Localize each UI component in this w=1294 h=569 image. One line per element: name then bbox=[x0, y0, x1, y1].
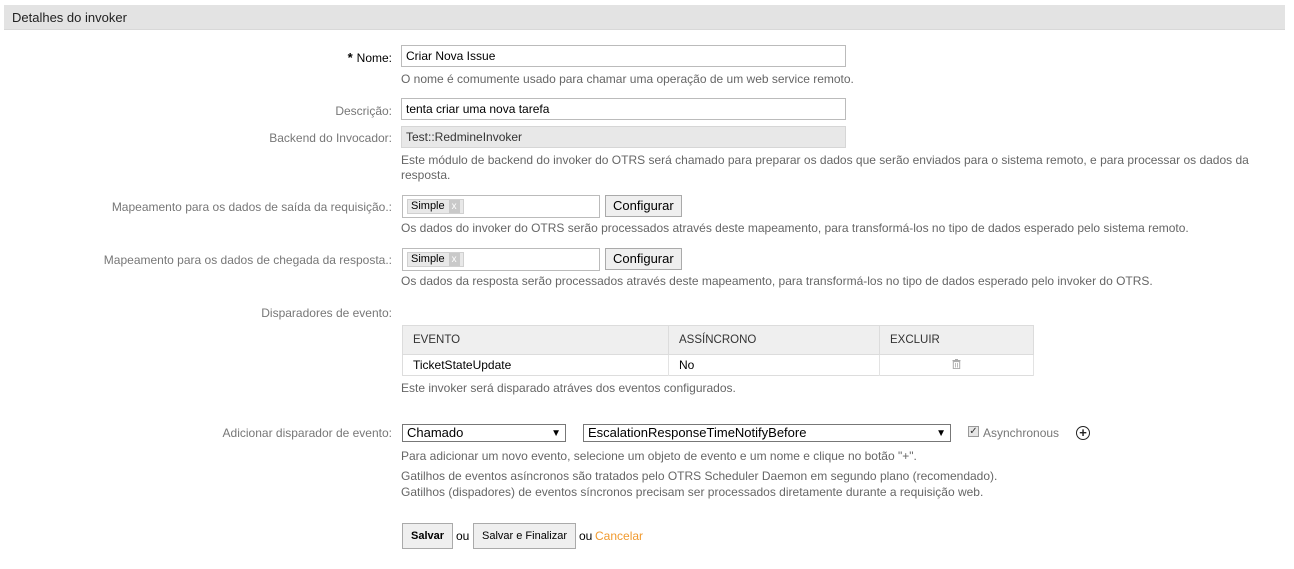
table-row: TicketStateUpdate No bbox=[402, 354, 1034, 376]
panel-content: * Nome: Criar Nova Issue O nome é comumen… bbox=[4, 30, 1285, 558]
outbound-configure-button[interactable]: Configurar bbox=[605, 195, 682, 217]
panel-title: Detalhes do invoker bbox=[12, 10, 127, 25]
delete-cell bbox=[879, 354, 1034, 376]
event-cell: TicketStateUpdate bbox=[402, 354, 669, 376]
event-object-select[interactable]: Chamado ▼ bbox=[402, 424, 566, 442]
inbound-mapping-label: Mapeamento para os dados de chegada da r… bbox=[103, 253, 392, 267]
asynchronous-checkbox[interactable]: ✓ bbox=[968, 426, 979, 437]
add-trigger-hint-2: Gatilhos de eventos asíncronos são trata… bbox=[401, 469, 998, 483]
outbound-mapping-hint: Os dados do invoker do OTRS serão proces… bbox=[401, 221, 1189, 235]
add-event-plus-icon[interactable]: + bbox=[1076, 426, 1090, 440]
required-star-icon: * bbox=[347, 50, 353, 65]
or-text-2: ou bbox=[579, 529, 593, 543]
inbound-mapping-select[interactable]: Simple x bbox=[402, 248, 600, 271]
or-text-1: ou bbox=[456, 529, 470, 543]
add-trigger-label: Adicionar disparador de evento: bbox=[222, 426, 392, 440]
inbound-mapping-hint: Os dados da resposta serão processados a… bbox=[401, 274, 1153, 288]
dropdown-arrow-icon: ▼ bbox=[936, 428, 946, 439]
asynchronous-label: Asynchronous bbox=[983, 426, 1060, 440]
name-input[interactable]: Criar Nova Issue bbox=[401, 45, 846, 67]
description-label: Descrição: bbox=[335, 104, 392, 118]
panel-header: Detalhes do invoker bbox=[4, 5, 1285, 30]
trash-icon[interactable] bbox=[952, 359, 961, 370]
column-header-delete: EXCLUIR bbox=[879, 325, 1034, 355]
event-triggers-label: Disparadores de evento: bbox=[261, 306, 392, 320]
tag-remove-icon[interactable]: x bbox=[448, 200, 460, 213]
save-button[interactable]: Salvar bbox=[402, 523, 454, 549]
dropdown-arrow-icon: ▼ bbox=[551, 428, 561, 439]
add-trigger-hint-1: Para adicionar um novo evento, selecione… bbox=[401, 449, 917, 463]
name-label: * Nome: bbox=[347, 50, 392, 65]
async-cell: No bbox=[668, 354, 880, 376]
save-and-finish-button[interactable]: Salvar e Finalizar bbox=[473, 523, 576, 549]
outbound-mapping-label: Mapeamento para os dados de saída da req… bbox=[111, 200, 392, 214]
event-triggers-table: EVENTO ASSÍNCRONO EXCLUIR TicketStateUpd… bbox=[402, 325, 1034, 376]
event-triggers-hint: Este invoker será disparado atráves dos … bbox=[401, 381, 736, 395]
description-input[interactable]: tenta criar uma nova tarefa bbox=[401, 98, 846, 120]
inbound-configure-button[interactable]: Configurar bbox=[605, 248, 682, 270]
outbound-mapping-tag: Simple x bbox=[407, 199, 464, 214]
cancel-link[interactable]: Cancelar bbox=[595, 529, 643, 543]
name-hint: O nome é comumente usado para chamar uma… bbox=[401, 72, 854, 86]
column-header-async: ASSÍNCRONO bbox=[668, 325, 880, 355]
backend-field: Test::RedmineInvoker bbox=[401, 126, 846, 148]
inbound-mapping-tag: Simple x bbox=[407, 252, 464, 267]
column-header-event: EVENTO bbox=[402, 325, 669, 355]
outbound-mapping-select[interactable]: Simple x bbox=[402, 195, 600, 218]
invoker-details-panel: Detalhes do invoker * Nome: Criar Nova Is… bbox=[4, 5, 1285, 558]
tag-remove-icon[interactable]: x bbox=[448, 253, 460, 266]
add-trigger-hint-3: Gatilhos (dispadores) de eventos síncron… bbox=[401, 485, 984, 499]
backend-label: Backend do Invocador: bbox=[269, 131, 392, 145]
backend-hint: Este módulo de backend do invoker do OTR… bbox=[401, 153, 1249, 182]
event-name-select[interactable]: EscalationResponseTimeNotifyBefore ▼ bbox=[583, 424, 951, 442]
